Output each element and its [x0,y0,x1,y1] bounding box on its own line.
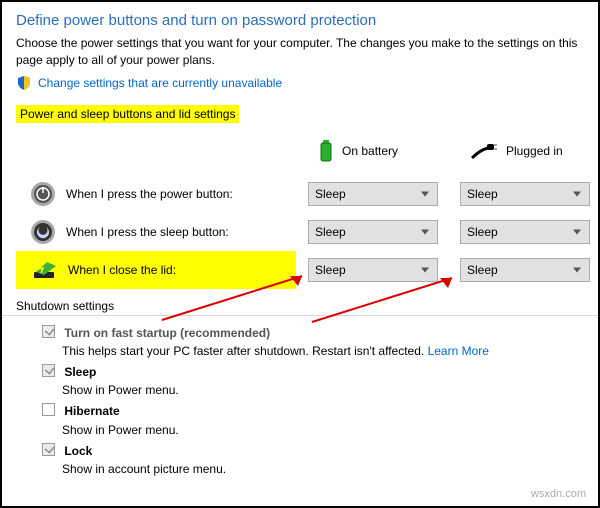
lock-opt-sub: Show in account picture menu. [62,461,584,477]
power-plugged-combo[interactable]: Sleep [460,182,590,206]
sleep-button-icon [30,219,56,245]
lock-opt-title: Lock [64,444,92,458]
shutdown-settings-heading: Shutdown settings [2,295,598,316]
watermark: wsxdn.com [531,488,586,500]
sleep-button-label: When I press the sleep button: [66,225,229,239]
hibernate-opt-title: Hibernate [64,404,119,418]
power-battery-combo[interactable]: Sleep [308,182,438,206]
sleep-opt-sub: Show in Power menu. [62,382,584,398]
page-title: Define power buttons and turn on passwor… [16,12,584,29]
page-description: Choose the power settings that you want … [16,35,584,69]
close-lid-label: When I close the lid: [68,263,176,277]
battery-icon [318,138,334,164]
shield-icon [16,75,32,91]
sleep-plugged-combo[interactable]: Sleep [460,220,590,244]
change-settings-link[interactable]: Change settings that are currently unava… [38,76,282,90]
plug-icon [470,142,498,160]
hibernate-opt-sub: Show in Power menu. [62,422,584,438]
laptop-lid-icon [30,259,58,281]
learn-more-link[interactable]: Learn More [428,344,489,358]
sleep-opt-title: Sleep [64,365,96,379]
sleep-battery-combo[interactable]: Sleep [308,220,438,244]
on-battery-label: On battery [342,144,398,158]
lock-checkbox[interactable] [42,443,55,456]
fast-startup-sub: This helps start your PC faster after sh… [62,344,428,358]
power-button-icon [30,181,56,207]
fast-startup-checkbox[interactable] [42,325,55,338]
hibernate-checkbox[interactable] [42,403,55,416]
lid-plugged-combo[interactable]: Sleep [460,258,590,282]
fast-startup-title: Turn on fast startup (recommended) [64,326,270,340]
section-power-sleep-lid: Power and sleep buttons and lid settings [16,105,239,123]
sleep-checkbox[interactable] [42,364,55,377]
lid-battery-combo[interactable]: Sleep [308,258,438,282]
plugged-in-label: Plugged in [506,144,563,158]
power-button-label: When I press the power button: [66,187,233,201]
